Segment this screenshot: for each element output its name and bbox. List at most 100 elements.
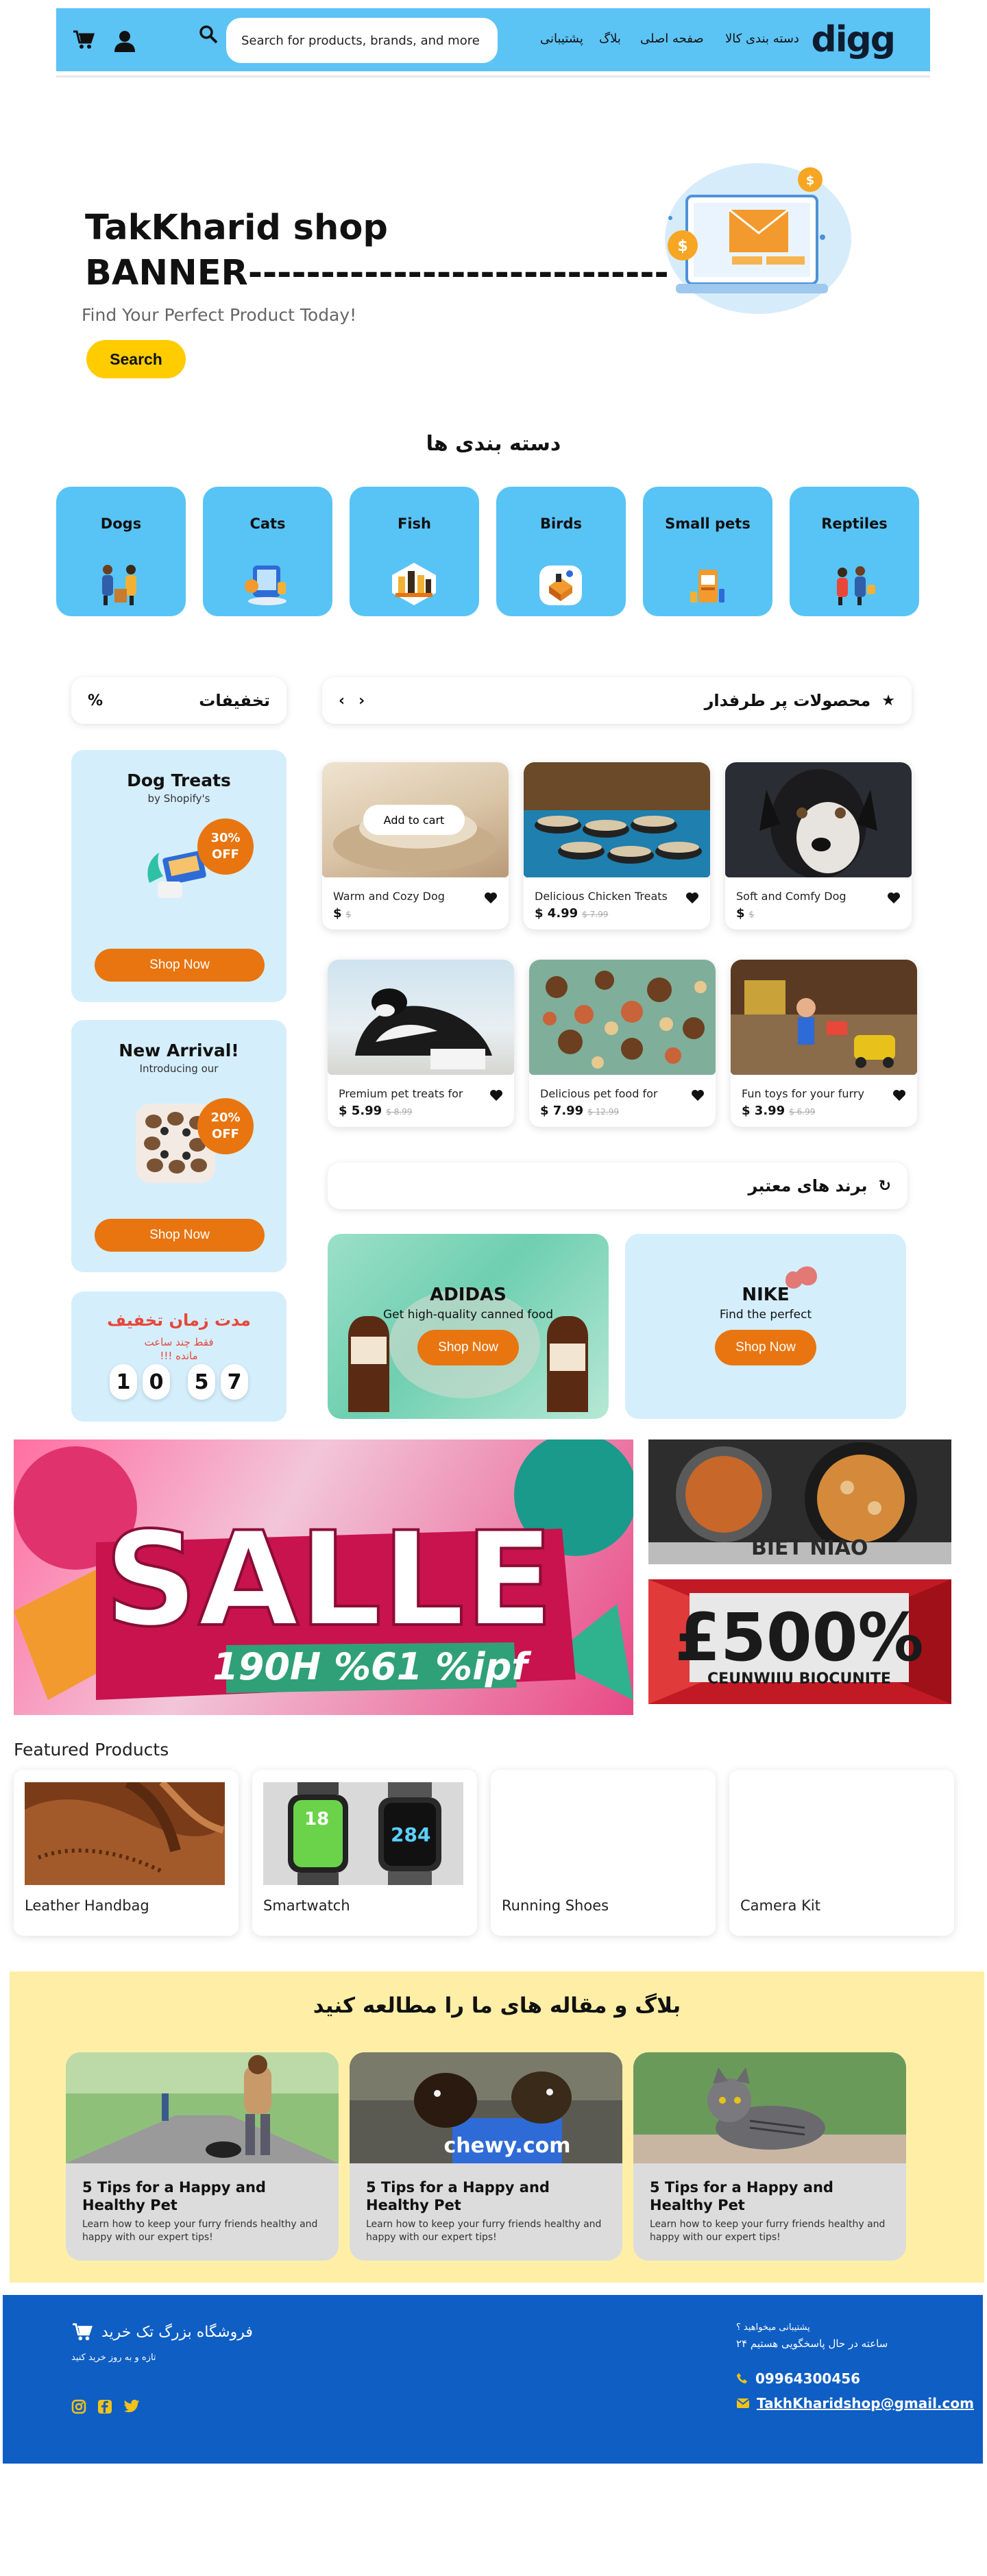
sale-subtext: 190H %61 %ipf [212,1645,532,1688]
heart-icon[interactable] [892,1089,906,1102]
category-birds[interactable]: Birds [496,487,626,616]
countdown-card: مدت زمان تخفیف فقط چند ساعت مانده !!! 1 … [71,1291,287,1422]
site-logo[interactable]: digg [812,19,896,60]
category-reptiles[interactable]: Reptiles [790,487,919,616]
blog-post-title: 5 Tips for a Happy and Healthy Pet [82,2179,266,2213]
blog-image [66,2052,339,2163]
product-name: Soft and Comfy Dog [736,890,846,903]
discount-banner-text: £500% [674,1599,923,1676]
featured-label: Smartwatch [263,1897,350,1914]
category-small-pets[interactable]: Small pets [643,487,772,616]
footer-email[interactable]: TakhKharidshop@gmail.com [736,2395,974,2411]
category-dogs[interactable]: Dogs [56,487,186,616]
product-image [731,960,917,1075]
brand-card-nike[interactable]: NIKE Find the perfect Shop Now [625,1234,906,1419]
heart-icon[interactable] [691,1089,705,1102]
featured-card[interactable]: Camera Kit [729,1770,954,1936]
discounts-label: تخفیفات [199,691,270,710]
product-card[interactable]: Add to cart Warm and Cozy Dog $ $ [322,762,509,929]
facebook-icon[interactable] [97,2399,112,2414]
product-card[interactable]: Fun toys for your furry $ 3.99 $ 6.99 [731,960,917,1127]
user-icon[interactable] [112,29,137,53]
heart-icon[interactable] [887,891,901,905]
heart-icon[interactable] [489,1089,503,1102]
product-card[interactable]: Delicious pet food for $ 7.99 $ 12.99 [529,960,716,1127]
header-divider [56,75,930,77]
shop-now-button[interactable]: Shop Now [715,1330,816,1365]
blog-card[interactable]: 5 Tips for a Happy and Healthy Pet Learn… [66,2052,339,2261]
product-image [725,762,912,877]
brands-title: برند های معتبر [748,1176,868,1195]
support-title: پشتیبانی میخواهید ؟ [736,2322,810,2333]
heart-icon[interactable] [685,891,699,905]
dogs-illustration [102,565,136,605]
hero-illustration: $ $ [655,156,853,318]
cart-icon[interactable] [71,27,96,52]
hero-search-button[interactable]: Search [86,340,186,378]
product-card[interactable]: Premium pet treats for $ 5.99 $ 8.99 [328,960,514,1127]
product-name: Delicious pet food for [540,1087,658,1100]
add-to-cart-button[interactable]: Add to cart [363,805,465,835]
search-input[interactable] [241,33,483,48]
product-old-price: $ 6.99 [789,1107,816,1117]
instagram-icon[interactable] [71,2399,86,2414]
product-price: $ 3.99 $ 6.99 [742,1104,816,1118]
blog-post-excerpt: Learn how to keep your furry friends hea… [650,2219,886,2243]
category-fish[interactable]: Fish [350,487,479,616]
product-old-price: $ 12.99 [587,1107,620,1117]
nav-blog[interactable]: بلاگ [599,32,621,46]
blog-card[interactable]: chewy.com 5 Tips for a Happy and Healthy… [350,2052,622,2261]
blog-image [633,2052,906,2163]
nav-home[interactable]: صفحه اصلی [640,32,704,46]
promo-subtitle: by Shopify's [147,792,210,805]
food-banner[interactable]: BIET NIAO [648,1439,951,1564]
svg-text:$: $ [806,173,815,188]
countdown-digit: 0 [143,1364,170,1400]
categories-title: دسته بندی ها [426,432,561,456]
featured-card[interactable]: Leather Handbag [14,1770,239,1936]
blog-post-excerpt: Learn how to keep your furry friends hea… [366,2219,602,2243]
svg-text:$: $ [677,238,687,255]
footer-tagline: تازه و به روز خرید کنید [71,2353,156,2363]
product-card[interactable]: Soft and Comfy Dog $ $ [725,762,912,929]
category-cats[interactable]: Cats [203,487,332,616]
search-icon[interactable] [196,22,221,47]
shop-now-button[interactable]: Shop Now [95,949,265,982]
watch-readout: 284 [391,1823,430,1846]
nav-support[interactable]: پشتیبانی [540,32,583,46]
brand-card-adidas[interactable]: ADIDAS Get high-quality canned food Shop… [328,1234,609,1419]
heart-icon[interactable] [484,891,498,905]
blog-card[interactable]: 5 Tips for a Happy and Healthy Pet Learn… [633,2052,906,2261]
countdown-subtitle: فقط چند ساعت مانده !!! [144,1336,214,1362]
small-pets-illustration [690,570,724,603]
promo-card-new-arrival: New Arrival! Introducing our 20% OFF Sho… [71,1020,287,1272]
nav-categories[interactable]: دسته بندی کالا [725,32,799,46]
search-bar [226,18,498,63]
brand-subtitle: Find the perfect [719,1308,812,1322]
countdown-digit: 7 [221,1364,248,1400]
blog-post-title: 5 Tips for a Happy and Healthy Pet [366,2179,550,2213]
product-old-price: $ 7.99 [582,910,609,919]
featured-label: Leather Handbag [25,1897,149,1914]
discount-badge: 30% OFF [197,818,254,875]
brands-header: برند های معتبر ↻ [328,1163,907,1209]
footer-phone[interactable]: 09964300456 [736,2370,860,2387]
refresh-icon: ↻ [878,1177,891,1195]
reptiles-illustration [837,566,875,605]
countdown-digit: 5 [188,1364,215,1400]
site-header: پشتیبانی بلاگ صفحه اصلی دسته بندی کالا d… [56,8,930,71]
watch-readout: 18 [304,1809,329,1830]
discounts-header[interactable]: تخفیفات % [71,677,287,724]
sale-banner[interactable]: SALLE 190H %61 %ipf [14,1439,633,1715]
shop-now-button[interactable]: Shop Now [95,1219,265,1252]
product-old-price: $ 8.99 [386,1107,413,1117]
shop-now-button[interactable]: Shop Now [417,1330,519,1365]
discount-banner[interactable]: £500% CEUNWIIU BIOCUNITE [648,1579,951,1704]
category-label: Birds [539,515,583,532]
chevron-right-icon[interactable]: › [358,692,365,709]
chevron-left-icon[interactable]: ‹ [339,692,345,709]
twitter-icon[interactable] [123,2399,140,2414]
featured-card[interactable]: Running Shoes [491,1770,716,1936]
featured-card[interactable]: 18 284 Smartwatch [252,1770,477,1936]
product-card[interactable]: Delicious Chicken Treats $ 4.99 $ 7.99 [524,762,710,929]
